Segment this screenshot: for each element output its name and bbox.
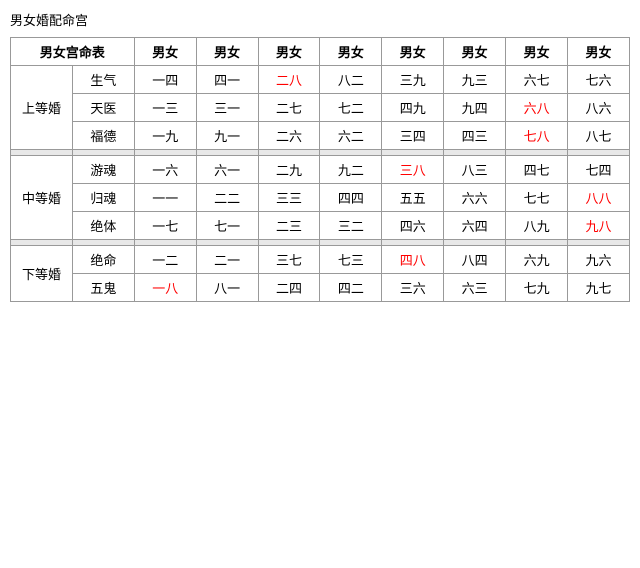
table-cell: 四八 — [382, 246, 444, 274]
table-cell: 八八 — [568, 184, 630, 212]
table-cell: 三一 — [196, 94, 258, 122]
table-cell: 四四 — [320, 184, 382, 212]
table-cell: 二六 — [258, 122, 320, 150]
table-cell: 三三 — [258, 184, 320, 212]
table-cell: 九八 — [568, 212, 630, 240]
col-header-6: 男女 — [444, 38, 506, 66]
table-row: 下等婚绝命一二二一三七七三四八八四六九九六 — [11, 246, 630, 274]
table-cell: 二九 — [258, 156, 320, 184]
main-table: 男女宫命表 男女 男女 男女 男女 男女 男女 男女 男女 上等婚生气一四四一二… — [10, 37, 630, 302]
table-cell: 一三 — [134, 94, 196, 122]
table-cell: 二三 — [258, 212, 320, 240]
table-cell: 七四 — [568, 156, 630, 184]
table-cell: 一八 — [134, 274, 196, 302]
sub-label: 福德 — [72, 122, 134, 150]
table-row: 福德一九九一二六六二三四四三七八八七 — [11, 122, 630, 150]
col-header-2: 男女 — [196, 38, 258, 66]
table-cell: 二八 — [258, 66, 320, 94]
table-cell: 六四 — [444, 212, 506, 240]
table-cell: 四三 — [444, 122, 506, 150]
table-cell: 六六 — [444, 184, 506, 212]
table-cell: 八四 — [444, 246, 506, 274]
table-cell: 六七 — [506, 66, 568, 94]
table-cell: 九三 — [444, 66, 506, 94]
sub-label: 游魂 — [72, 156, 134, 184]
table-cell: 六九 — [506, 246, 568, 274]
table-cell: 一四 — [134, 66, 196, 94]
table-cell: 六一 — [196, 156, 258, 184]
table-row: 五鬼一八八一二四四二三六六三七九九七 — [11, 274, 630, 302]
table-cell: 七九 — [506, 274, 568, 302]
table-cell: 七六 — [568, 66, 630, 94]
table-cell: 四九 — [382, 94, 444, 122]
table-cell: 二一 — [196, 246, 258, 274]
table-cell: 一二 — [134, 246, 196, 274]
group-label: 上等婚 — [11, 66, 73, 150]
table-top-left: 男女宫命表 — [11, 38, 135, 66]
table-cell: 三九 — [382, 66, 444, 94]
table-cell: 一一 — [134, 184, 196, 212]
table-cell: 六三 — [444, 274, 506, 302]
sub-label: 五鬼 — [72, 274, 134, 302]
table-cell: 九六 — [568, 246, 630, 274]
sub-label: 绝体 — [72, 212, 134, 240]
table-cell: 九四 — [444, 94, 506, 122]
sub-label: 归魂 — [72, 184, 134, 212]
table-cell: 九七 — [568, 274, 630, 302]
col-header-8: 男女 — [568, 38, 630, 66]
table-cell: 一七 — [134, 212, 196, 240]
table-cell: 七一 — [196, 212, 258, 240]
col-header-1: 男女 — [134, 38, 196, 66]
table-cell: 八二 — [320, 66, 382, 94]
sub-label: 绝命 — [72, 246, 134, 274]
table-cell: 四二 — [320, 274, 382, 302]
table-cell: 八七 — [568, 122, 630, 150]
table-cell: 三二 — [320, 212, 382, 240]
table-row: 中等婚游魂一六六一二九九二三八八三四七七四 — [11, 156, 630, 184]
table-cell: 一六 — [134, 156, 196, 184]
table-cell: 八九 — [506, 212, 568, 240]
table-row: 绝体一七七一二三三二四六六四八九九八 — [11, 212, 630, 240]
table-cell: 四六 — [382, 212, 444, 240]
table-cell: 八三 — [444, 156, 506, 184]
table-cell: 三六 — [382, 274, 444, 302]
table-cell: 三七 — [258, 246, 320, 274]
table-cell: 四七 — [506, 156, 568, 184]
sub-label: 天医 — [72, 94, 134, 122]
col-header-5: 男女 — [382, 38, 444, 66]
table-row: 天医一三三一二七七二四九九四六八八六 — [11, 94, 630, 122]
table-cell: 一九 — [134, 122, 196, 150]
table-cell: 三四 — [382, 122, 444, 150]
table-cell: 六八 — [506, 94, 568, 122]
table-cell: 七八 — [506, 122, 568, 150]
table-cell: 四一 — [196, 66, 258, 94]
table-cell: 七二 — [320, 94, 382, 122]
col-header-3: 男女 — [258, 38, 320, 66]
table-cell: 七三 — [320, 246, 382, 274]
col-header-4: 男女 — [320, 38, 382, 66]
table-cell: 七七 — [506, 184, 568, 212]
col-header-7: 男女 — [506, 38, 568, 66]
table-cell: 三八 — [382, 156, 444, 184]
page-title: 男女婚配命宫 — [10, 10, 630, 29]
table-cell: 九一 — [196, 122, 258, 150]
table-cell: 五五 — [382, 184, 444, 212]
table-cell: 二七 — [258, 94, 320, 122]
sub-label: 生气 — [72, 66, 134, 94]
table-cell: 六二 — [320, 122, 382, 150]
table-cell: 八六 — [568, 94, 630, 122]
group-label: 下等婚 — [11, 246, 73, 302]
table-cell: 二四 — [258, 274, 320, 302]
table-cell: 二二 — [196, 184, 258, 212]
group-label: 中等婚 — [11, 156, 73, 240]
table-cell: 八一 — [196, 274, 258, 302]
table-row: 归魂一一二二三三四四五五六六七七八八 — [11, 184, 630, 212]
table-cell: 九二 — [320, 156, 382, 184]
table-row: 上等婚生气一四四一二八八二三九九三六七七六 — [11, 66, 630, 94]
